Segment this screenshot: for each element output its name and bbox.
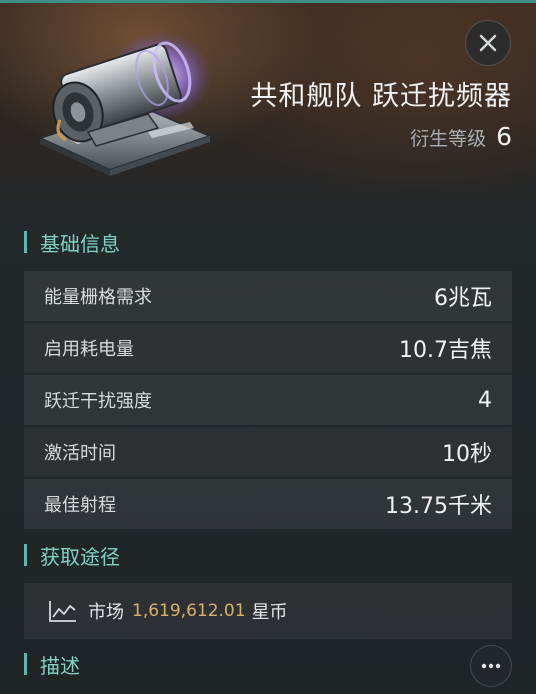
- market-price: 1,619,612.01: [132, 601, 246, 621]
- market-source-button[interactable]: 市场 1,619,612.01 星币: [24, 583, 512, 639]
- more-options-button[interactable]: [470, 645, 512, 687]
- attribute-value: 6兆瓦: [434, 286, 492, 311]
- ellipsis-icon: [481, 663, 501, 669]
- attribute-value: 10秒: [442, 442, 492, 467]
- attribute-row: 最佳射程 13.75千米: [24, 479, 512, 529]
- close-icon: [479, 34, 497, 52]
- attribute-name: 激活时间: [44, 443, 116, 464]
- attribute-value: 13.75千米: [385, 494, 492, 519]
- section-basic-info-title: 基础信息: [24, 228, 120, 256]
- meta-level-value: 6: [496, 122, 512, 151]
- section-acquire-title: 获取途径: [24, 541, 120, 569]
- attribute-value: 10.7吉焦: [399, 338, 492, 363]
- item-info-panel: 共和舰队 跃迁扰频器 衍生等级 6 基础信息 能量栅格需求 6兆瓦 启用耗电量 …: [0, 0, 536, 694]
- section-description-title: 描述: [24, 650, 80, 678]
- top-accent-bar: [0, 0, 536, 3]
- attribute-name: 启用耗电量: [44, 339, 134, 360]
- meta-level-label: 衍生等级: [410, 128, 487, 150]
- attribute-name: 跃迁干扰强度: [44, 391, 152, 412]
- trend-chart-icon: [49, 601, 76, 622]
- attribute-name: 最佳射程: [44, 495, 116, 516]
- market-currency-unit: 星币: [251, 602, 288, 623]
- attribute-name: 能量栅格需求: [44, 287, 152, 308]
- attribute-table: 能量栅格需求 6兆瓦 启用耗电量 10.7吉焦 跃迁干扰强度 4 激活时间 10…: [24, 271, 512, 531]
- item-meta-level: 衍生等级 6: [410, 122, 512, 151]
- close-button[interactable]: [465, 20, 511, 66]
- market-label: 市场: [88, 602, 124, 623]
- warp-scrambler-module-icon: [37, 32, 213, 176]
- item-name: 共和舰队 跃迁扰频器: [250, 81, 512, 112]
- attribute-row: 激活时间 10秒: [24, 427, 512, 477]
- attribute-row: 跃迁干扰强度 4: [24, 375, 512, 425]
- attribute-value: 4: [478, 387, 492, 413]
- attribute-row: 能量栅格需求 6兆瓦: [24, 271, 512, 321]
- attribute-row: 启用耗电量 10.7吉焦: [24, 323, 512, 373]
